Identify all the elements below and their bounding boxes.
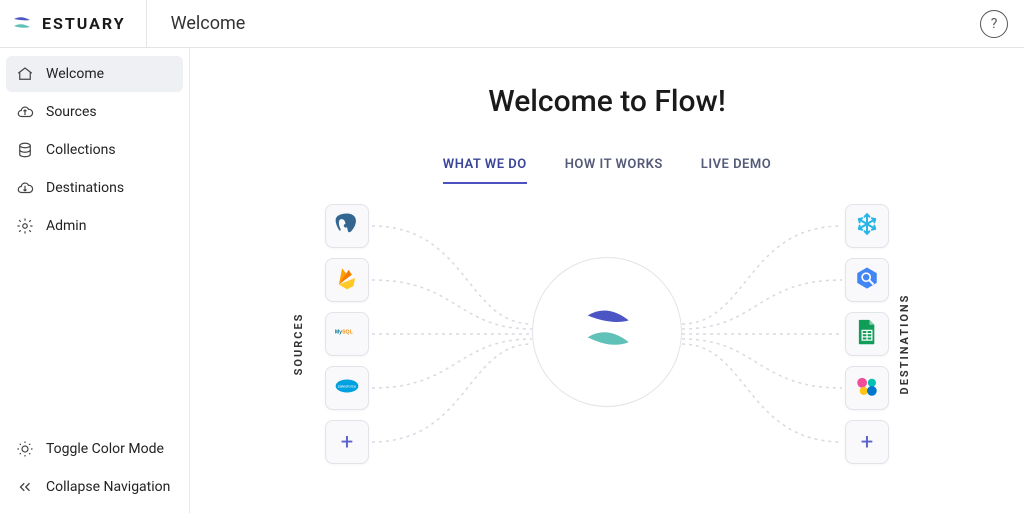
gear-icon — [16, 217, 34, 235]
home-icon — [16, 65, 34, 83]
collapse-navigation[interactable]: Collapse Navigation — [6, 469, 183, 505]
cloud-up-icon — [16, 103, 34, 121]
database-icon — [16, 141, 34, 159]
estuary-logo-icon — [578, 301, 636, 363]
snowflake-icon — [854, 211, 880, 241]
page-title: Welcome — [171, 13, 246, 34]
source-postgres[interactable] — [325, 204, 369, 248]
brand-text: ESTUARY — [42, 14, 126, 33]
flow-diagram: SOURCES DESTINATIONS MySQL salesforce — [287, 204, 927, 484]
brand-area: ESTUARY — [10, 0, 147, 47]
help-button[interactable]: ? — [980, 10, 1008, 38]
sun-icon — [16, 440, 34, 458]
chevrons-left-icon — [16, 478, 34, 496]
dest-elastic[interactable] — [845, 366, 889, 410]
destinations-column: + — [845, 204, 889, 464]
bigquery-icon — [854, 265, 880, 295]
sidebar-item-destinations[interactable]: Destinations — [6, 170, 183, 206]
hero-title: Welcome to Flow! — [220, 84, 994, 119]
dest-bigquery[interactable] — [845, 258, 889, 302]
sources-label: SOURCES — [292, 313, 305, 376]
add-source-button[interactable]: + — [325, 420, 369, 464]
dest-sheets[interactable] — [845, 312, 889, 356]
sheets-icon — [854, 319, 880, 349]
source-firebase[interactable] — [325, 258, 369, 302]
svg-text:salesforce: salesforce — [338, 384, 357, 389]
dest-snowflake[interactable] — [845, 204, 889, 248]
sidebar-item-admin[interactable]: Admin — [6, 208, 183, 244]
app-header: ESTUARY Welcome ? — [0, 0, 1024, 48]
tab-what-we-do[interactable]: WHAT WE DO — [443, 157, 527, 184]
mysql-icon: MySQL — [334, 319, 360, 349]
sidebar-item-label: Welcome — [46, 66, 104, 82]
sidebar: Welcome Sources Collections Destinations… — [0, 48, 190, 513]
sidebar-item-label: Destinations — [46, 180, 124, 196]
sidebar-nav: Welcome Sources Collections Destinations… — [6, 56, 183, 244]
postgres-icon — [334, 211, 360, 241]
flow-center — [532, 257, 682, 407]
salesforce-icon: salesforce — [334, 373, 360, 403]
estuary-logo-icon — [10, 12, 34, 36]
sidebar-item-sources[interactable]: Sources — [6, 94, 183, 130]
destinations-label: DESTINATIONS — [898, 294, 911, 395]
toggle-color-mode[interactable]: Toggle Color Mode — [6, 431, 183, 467]
sidebar-item-label: Collapse Navigation — [46, 479, 170, 495]
svg-text:MySQL: MySQL — [335, 330, 354, 336]
sidebar-item-label: Admin — [46, 218, 86, 234]
source-salesforce[interactable]: salesforce — [325, 366, 369, 410]
firebase-icon — [334, 265, 360, 295]
sidebar-footer: Toggle Color Mode Collapse Navigation — [6, 431, 183, 505]
cloud-down-icon — [16, 179, 34, 197]
sidebar-item-label: Toggle Color Mode — [46, 441, 164, 457]
tabs: WHAT WE DO HOW IT WORKS LIVE DEMO — [220, 157, 994, 184]
sources-column: MySQL salesforce + — [325, 204, 369, 464]
sidebar-item-welcome[interactable]: Welcome — [6, 56, 183, 92]
tab-live-demo[interactable]: LIVE DEMO — [701, 157, 771, 184]
sidebar-item-label: Collections — [46, 142, 116, 158]
source-mysql[interactable]: MySQL — [325, 312, 369, 356]
tab-how-it-works[interactable]: HOW IT WORKS — [565, 157, 663, 184]
plus-icon: + — [341, 430, 353, 455]
sidebar-item-label: Sources — [46, 104, 97, 120]
add-destination-button[interactable]: + — [845, 420, 889, 464]
plus-icon: + — [861, 430, 873, 455]
sidebar-item-collections[interactable]: Collections — [6, 132, 183, 168]
elastic-icon — [854, 373, 880, 403]
main-content: Welcome to Flow! WHAT WE DO HOW IT WORKS… — [190, 48, 1024, 513]
